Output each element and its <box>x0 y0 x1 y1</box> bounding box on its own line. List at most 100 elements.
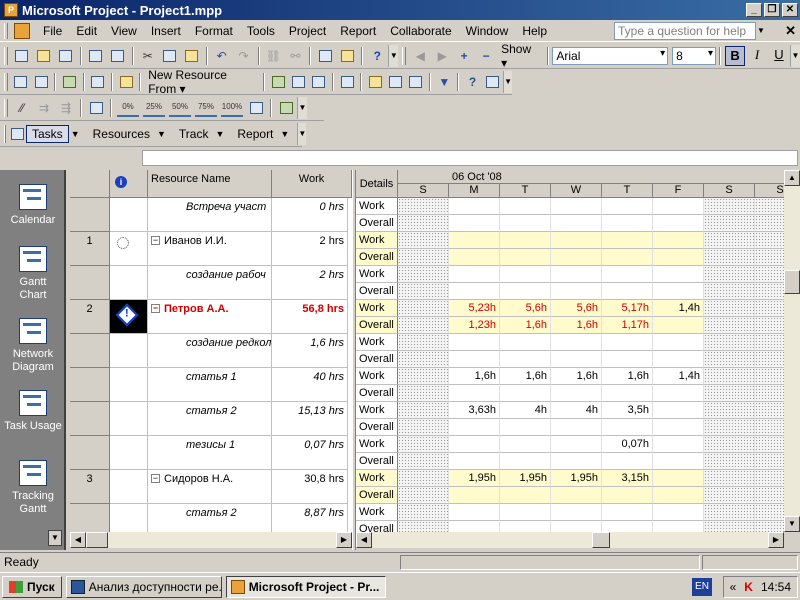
collapse-icon[interactable]: − <box>477 47 495 65</box>
usage-cell[interactable] <box>551 283 602 300</box>
usage-cell[interactable] <box>500 453 551 470</box>
start-button[interactable]: Пуск <box>2 575 62 598</box>
usage-cell[interactable] <box>398 504 449 521</box>
usage-cell[interactable]: 1,17h <box>602 317 653 334</box>
usage-cell[interactable] <box>500 419 551 436</box>
undo-icon[interactable]: ↶ <box>213 47 231 65</box>
collapse-toggle-icon[interactable]: − <box>151 474 160 483</box>
usage-cell[interactable] <box>602 351 653 368</box>
usage-cell[interactable] <box>602 283 653 300</box>
help-icon[interactable]: ? <box>368 47 386 65</box>
usage-cell[interactable] <box>449 419 500 436</box>
usage-cell[interactable] <box>755 504 784 521</box>
collaborate-icon[interactable] <box>277 99 295 117</box>
work-cell[interactable]: 8,87 hrs <box>272 504 348 532</box>
row-id[interactable]: 1 <box>70 232 110 266</box>
usage-cell[interactable] <box>551 385 602 402</box>
update-as-scheduled-icon[interactable]: ⇉ <box>35 99 53 117</box>
scroll-left-icon[interactable]: ◀ <box>411 47 429 65</box>
track-dropdown-icon[interactable]: ▼ <box>215 129 224 139</box>
usage-cell[interactable] <box>500 215 551 232</box>
table-row[interactable]: 3− Сидоров Н.А. 30,8 hrs <box>70 470 352 504</box>
report-dropdown-icon[interactable]: ▼ <box>280 129 289 139</box>
usage-cell[interactable] <box>755 317 784 334</box>
save-icon[interactable] <box>57 47 75 65</box>
usage-cell[interactable] <box>755 385 784 402</box>
usage-cell[interactable] <box>704 283 755 300</box>
toolbar-grip[interactable] <box>4 98 8 117</box>
usage-cell[interactable] <box>398 436 449 453</box>
usage-cell[interactable] <box>602 419 653 436</box>
italic-button[interactable]: I <box>747 46 767 66</box>
notes-icon[interactable] <box>367 73 383 91</box>
usage-cell[interactable] <box>500 436 551 453</box>
row-id[interactable] <box>70 504 110 532</box>
usage-cell[interactable]: 1,4h <box>653 368 704 385</box>
usage-cell[interactable]: 1,95h <box>449 470 500 487</box>
resource-name-cell[interactable]: − Иванов И.И. <box>148 232 272 266</box>
usage-cell[interactable] <box>398 402 449 419</box>
usage-cell[interactable]: 0,07h <box>602 436 653 453</box>
usage-cell[interactable]: 1,6h <box>449 368 500 385</box>
usage-cell[interactable] <box>551 453 602 470</box>
work-cell[interactable]: 40 hrs <box>272 368 348 402</box>
percent-complete-button[interactable]: 50% <box>169 99 191 117</box>
usage-cell[interactable] <box>398 453 449 470</box>
usage-cell[interactable] <box>500 504 551 521</box>
usage-cell[interactable] <box>398 385 449 402</box>
work-cell[interactable]: 15,13 hrs <box>272 402 348 436</box>
toolbar-options-icon[interactable]: ▼ <box>297 96 307 119</box>
copy-icon[interactable] <box>161 47 179 65</box>
indicators-header[interactable]: i <box>110 170 148 198</box>
usage-cell[interactable] <box>755 300 784 317</box>
usage-cell[interactable] <box>755 249 784 266</box>
menu-edit[interactable]: Edit <box>69 24 104 38</box>
usage-cell[interactable] <box>398 419 449 436</box>
work-detail-label[interactable]: Work <box>356 232 398 249</box>
work-cell[interactable]: 1,6 hrs <box>272 334 348 368</box>
tasks-dropdown-icon[interactable]: ▼ <box>71 129 80 139</box>
usage-cell[interactable] <box>704 300 755 317</box>
usage-cell[interactable]: 3,15h <box>602 470 653 487</box>
usage-cell[interactable]: 5,17h <box>602 300 653 317</box>
table-row[interactable]: статья 2 8,87 hrs <box>70 504 352 532</box>
vertical-scrollbar[interactable]: ▲ ▼ <box>784 170 800 532</box>
filter-icon[interactable]: ▼ <box>436 73 452 91</box>
menu-tools[interactable]: Tools <box>240 24 282 38</box>
usage-cell[interactable] <box>704 504 755 521</box>
usage-cell[interactable] <box>551 249 602 266</box>
usage-cell[interactable] <box>398 300 449 317</box>
usage-cell[interactable] <box>449 521 500 532</box>
overall-detail-label[interactable]: Overall <box>356 453 398 470</box>
usage-cell[interactable] <box>704 249 755 266</box>
usage-cell[interactable]: 5,6h <box>551 300 602 317</box>
scroll-right-icon[interactable]: ▶ <box>433 47 451 65</box>
usage-cell[interactable] <box>653 385 704 402</box>
usage-cell[interactable] <box>551 487 602 504</box>
usage-cell[interactable] <box>602 198 653 215</box>
viewbar-item-calendar[interactable]: Calendar <box>0 184 66 227</box>
usage-cell[interactable] <box>398 266 449 283</box>
usage-cell[interactable] <box>449 436 500 453</box>
overallocation-warning-icon[interactable]: ! <box>115 303 139 327</box>
resource-name-cell[interactable]: статья 1 <box>148 368 272 402</box>
percent-complete-button[interactable]: 100% <box>221 99 243 117</box>
row-id[interactable] <box>70 198 110 232</box>
print-preview-icon[interactable] <box>109 47 127 65</box>
add-remove-icon[interactable] <box>485 73 501 91</box>
resource-name-cell[interactable]: − Петров А.А. <box>148 300 272 334</box>
usage-cell[interactable] <box>500 266 551 283</box>
document-icon[interactable] <box>14 22 30 39</box>
usage-cell[interactable] <box>398 334 449 351</box>
table-row[interactable]: 1− Иванов И.И. 2 hrs <box>70 232 352 266</box>
replace-resources-icon[interactable] <box>311 73 327 91</box>
share-resources-icon[interactable] <box>33 73 49 91</box>
usage-cell[interactable] <box>551 266 602 283</box>
usage-cell[interactable] <box>551 334 602 351</box>
usage-cell[interactable] <box>755 368 784 385</box>
usage-cell[interactable] <box>449 215 500 232</box>
update-tasks-icon[interactable] <box>247 99 265 117</box>
usage-cell[interactable] <box>755 266 784 283</box>
resource-name-cell[interactable]: создание редкол <box>148 334 272 368</box>
timescale-horizontal-scrollbar[interactable]: ◀ ▶ <box>356 532 784 548</box>
